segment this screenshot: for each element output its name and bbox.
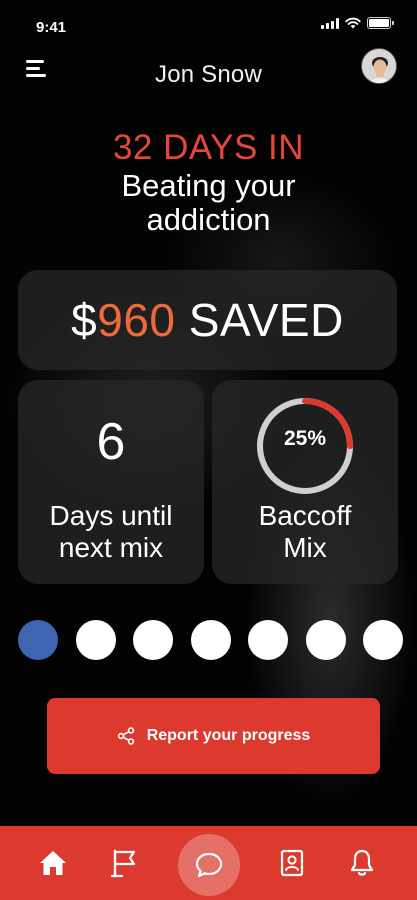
- tab-contacts[interactable]: [264, 826, 320, 900]
- savings-label: SAVED: [188, 294, 344, 346]
- day-dot[interactable]: [190, 620, 231, 660]
- wifi-icon: [345, 17, 361, 29]
- bell-icon: [350, 849, 374, 876]
- days-until-caption: Days until next mix: [18, 500, 204, 564]
- day-dot[interactable]: [133, 620, 173, 660]
- chat-bubble-icon: [195, 852, 223, 878]
- mix-progress-percent: 25%: [283, 427, 327, 450]
- week-progress-dots: [18, 620, 417, 660]
- savings-card[interactable]: $960 SAVED: [18, 270, 397, 370]
- savings-currency: $: [71, 294, 98, 346]
- tab-bar: [0, 826, 417, 900]
- battery-icon: [367, 17, 394, 29]
- tab-notifications[interactable]: [334, 826, 390, 900]
- status-time: 9:41: [36, 19, 67, 36]
- day-dot[interactable]: [75, 620, 116, 660]
- mix-caption-line2: Mix: [283, 532, 327, 563]
- contact-card-icon: [280, 849, 304, 877]
- savings-label-space: [176, 293, 189, 347]
- user-name: Jon Snow: [155, 61, 262, 88]
- flag-icon: [110, 849, 136, 878]
- day-dot[interactable]: [305, 620, 346, 660]
- user-avatar[interactable]: [361, 48, 397, 84]
- cellular-signal-icon: [321, 17, 339, 29]
- app-screen: 9:41 Jon Snow 32 DAYS IN Beating your ad…: [0, 0, 417, 900]
- days-caption-line2: next mix: [58, 532, 164, 563]
- tagline: Beating your addiction: [0, 169, 417, 237]
- share-icon: [117, 727, 134, 745]
- tagline-line1: Beating your: [121, 168, 296, 203]
- tab-home[interactable]: [25, 826, 81, 900]
- tab-chat[interactable]: [178, 834, 240, 896]
- status-bar: 9:41: [0, 0, 417, 44]
- home-icon: [40, 851, 66, 875]
- mix-caption: Baccoff Mix: [212, 500, 398, 564]
- tab-goals[interactable]: [96, 826, 152, 900]
- days-in-headline: 32 DAYS IN: [112, 128, 305, 167]
- day-dot[interactable]: [248, 620, 288, 660]
- days-until-number: 6: [96, 413, 126, 471]
- day-dot[interactable]: [363, 620, 403, 660]
- report-progress-button[interactable]: Report your progress: [47, 698, 380, 774]
- mix-caption-line1: Baccoff: [258, 500, 352, 531]
- days-caption-line1: Days until: [49, 500, 173, 531]
- tagline-line2: addiction: [146, 202, 271, 237]
- savings-amount: 960: [97, 294, 176, 346]
- day-dot[interactable]: [18, 620, 58, 660]
- status-icons: [321, 17, 394, 29]
- report-progress-label: Report your progress: [146, 727, 311, 744]
